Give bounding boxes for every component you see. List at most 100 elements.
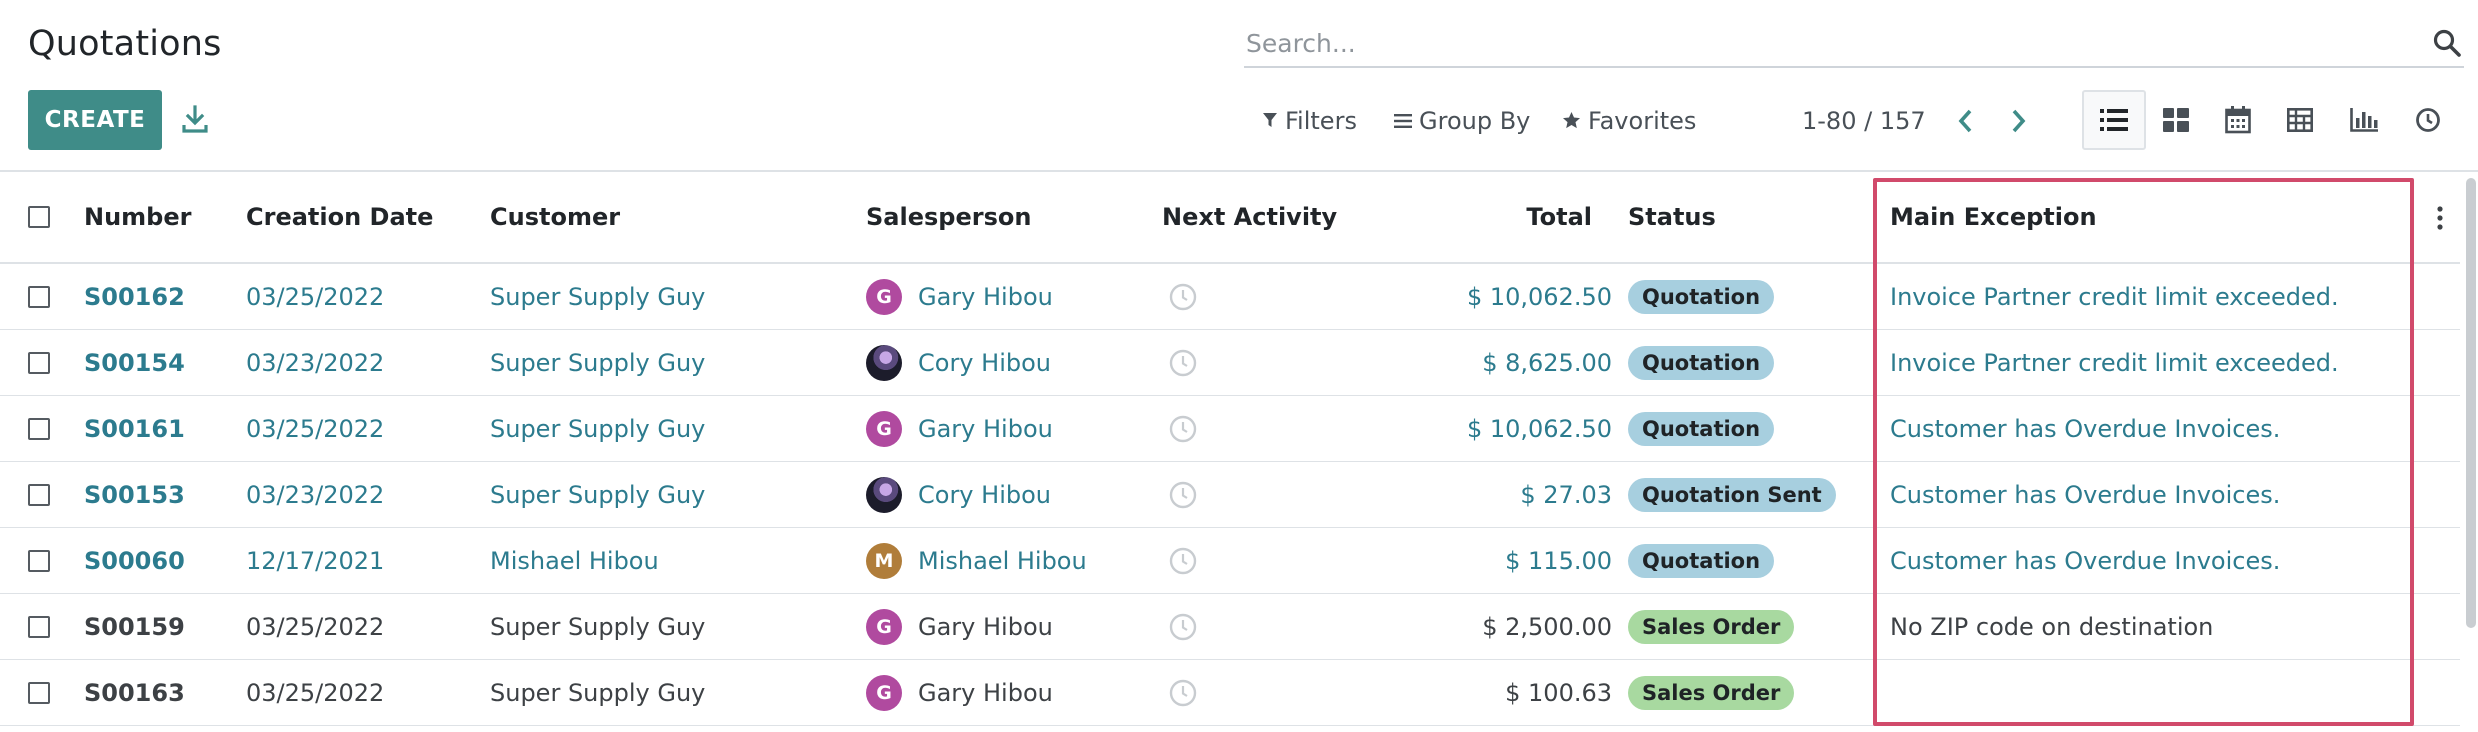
vertical-scrollbar[interactable]	[2466, 178, 2476, 628]
status-badge: Quotation	[1628, 396, 1775, 462]
creation-date: 03/25/2022	[246, 679, 385, 707]
avatar: M	[866, 543, 902, 579]
status-badge: Quotation	[1628, 264, 1775, 330]
clock-icon[interactable]	[1168, 594, 1198, 660]
creation-date: 03/23/2022	[246, 349, 385, 377]
order-total: $ 10,062.50	[1466, 415, 1612, 443]
table-row[interactable]: S00163 03/25/2022 Super Supply Guy G Gar…	[0, 660, 2460, 726]
clock-icon[interactable]	[1168, 330, 1198, 396]
filters-label: Filters	[1285, 107, 1357, 135]
create-button[interactable]: CREATE	[28, 90, 162, 150]
table-row[interactable]: S00162 03/25/2022 Super Supply Guy G Gar…	[0, 264, 2460, 330]
main-exception: Customer has Overdue Invoices.	[1890, 415, 2281, 443]
search-icon[interactable]	[2432, 28, 2462, 58]
status-badge: Sales Order	[1628, 594, 1795, 660]
creation-date: 12/17/2021	[246, 547, 385, 575]
group-by-icon	[1394, 107, 1412, 135]
pivot-view-icon[interactable]	[2268, 90, 2332, 150]
order-number: S00163	[84, 679, 185, 707]
status-badge-label: Quotation	[1628, 544, 1775, 578]
order-number: S00162	[84, 283, 185, 311]
status-badge-label: Quotation	[1628, 346, 1775, 380]
row-checkbox[interactable]	[28, 484, 50, 506]
table-row[interactable]: S00159 03/25/2022 Super Supply Guy G Gar…	[0, 594, 2460, 660]
search-input[interactable]	[1246, 24, 2386, 62]
calendar-view-icon[interactable]	[2206, 90, 2270, 150]
row-checkbox[interactable]	[28, 682, 50, 704]
order-total: $ 100.63	[1505, 679, 1612, 707]
download-icon[interactable]	[180, 102, 210, 136]
kanban-view-icon[interactable]	[2144, 90, 2208, 150]
order-number: S00060	[84, 547, 185, 575]
graph-view-icon[interactable]	[2332, 90, 2396, 150]
avatar	[866, 477, 902, 513]
column-header-customer[interactable]: Customer	[490, 172, 620, 262]
customer-name: Super Supply Guy	[490, 415, 706, 443]
customer-name: Mishael Hibou	[490, 547, 659, 575]
avatar: G	[866, 609, 902, 645]
salesperson: Cory Hibou	[866, 330, 1051, 396]
status-badge-label: Sales Order	[1628, 610, 1795, 644]
status-badge: Sales Order	[1628, 660, 1795, 726]
order-total: $ 2,500.00	[1482, 613, 1612, 641]
group-by-button[interactable]: Group By	[1394, 104, 1530, 138]
order-number: S00153	[84, 481, 185, 509]
column-header-total[interactable]: Total	[1400, 172, 1592, 262]
salesperson: G Gary Hibou	[866, 594, 1053, 660]
select-all-checkbox[interactable]	[28, 206, 50, 228]
status-badge: Quotation Sent	[1628, 462, 1836, 528]
chevron-right-icon[interactable]	[2004, 104, 2034, 138]
star-icon	[1562, 107, 1581, 135]
main-exception: No ZIP code on destination	[1890, 613, 2214, 641]
table-row[interactable]: S00161 03/25/2022 Super Supply Guy G Gar…	[0, 396, 2460, 462]
salesperson-name: Mishael Hibou	[918, 547, 1087, 575]
order-total: $ 115.00	[1505, 547, 1612, 575]
clock-icon[interactable]	[1168, 396, 1198, 462]
filters-button[interactable]: Filters	[1262, 104, 1357, 138]
pager-value[interactable]: 1-80 / 157	[1802, 104, 1926, 138]
column-header-creation-date[interactable]: Creation Date	[246, 172, 433, 262]
column-header-main-exception[interactable]: Main Exception	[1890, 172, 2097, 262]
salesperson-name: Cory Hibou	[918, 349, 1051, 377]
chevron-left-icon[interactable]	[1950, 104, 1980, 138]
salesperson: M Mishael Hibou	[866, 528, 1087, 594]
main-exception: Customer has Overdue Invoices.	[1890, 481, 2281, 509]
creation-date: 03/25/2022	[246, 613, 385, 641]
status-badge: Quotation	[1628, 528, 1775, 594]
clock-icon[interactable]	[1168, 264, 1198, 330]
row-checkbox[interactable]	[28, 550, 50, 572]
favorites-button[interactable]: Favorites	[1562, 104, 1696, 138]
column-header-number[interactable]: Number	[84, 172, 191, 262]
table-row[interactable]: S00154 03/23/2022 Super Supply Guy Cory …	[0, 330, 2460, 396]
favorites-label: Favorites	[1588, 107, 1697, 135]
clock-icon[interactable]	[1168, 528, 1198, 594]
column-header-status[interactable]: Status	[1628, 172, 1716, 262]
salesperson: Cory Hibou	[866, 462, 1051, 528]
salesperson: G Gary Hibou	[866, 660, 1053, 726]
table-header: Number Creation Date Customer Salesperso…	[0, 172, 2460, 264]
creation-date: 03/25/2022	[246, 283, 385, 311]
table-row[interactable]: S00060 12/17/2021 Mishael Hibou M Mishae…	[0, 528, 2460, 594]
column-header-salesperson[interactable]: Salesperson	[866, 172, 1031, 262]
clock-icon[interactable]	[1168, 660, 1198, 726]
status-badge: Quotation	[1628, 330, 1775, 396]
main-exception: Invoice Partner credit limit exceeded.	[1890, 349, 2339, 377]
search-bar	[1244, 20, 2464, 68]
activity-view-icon[interactable]	[2396, 90, 2460, 150]
order-number: S00154	[84, 349, 185, 377]
main-exception: Customer has Overdue Invoices.	[1890, 547, 2281, 575]
creation-date: 03/23/2022	[246, 481, 385, 509]
row-checkbox[interactable]	[28, 418, 50, 440]
clock-icon[interactable]	[1168, 462, 1198, 528]
list-view-icon[interactable]	[2082, 90, 2146, 150]
customer-name: Super Supply Guy	[490, 679, 706, 707]
column-header-next-activity[interactable]: Next Activity	[1162, 172, 1337, 262]
row-checkbox[interactable]	[28, 352, 50, 374]
optional-columns-icon[interactable]	[2432, 204, 2448, 232]
table-row[interactable]: S00153 03/23/2022 Super Supply Guy Cory …	[0, 462, 2460, 528]
row-checkbox[interactable]	[28, 286, 50, 308]
row-checkbox[interactable]	[28, 616, 50, 638]
order-number: S00159	[84, 613, 185, 641]
customer-name: Super Supply Guy	[490, 481, 706, 509]
customer-name: Super Supply Guy	[490, 283, 706, 311]
